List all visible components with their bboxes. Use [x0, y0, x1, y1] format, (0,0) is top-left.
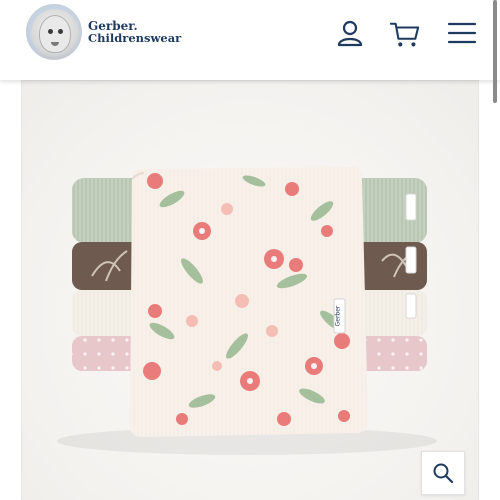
search-zoom-icon: [433, 463, 454, 484]
user-icon: [337, 20, 363, 47]
zoom-button[interactable]: [421, 451, 465, 495]
account-button[interactable]: [335, 18, 365, 48]
product-image[interactable]: Gerber: [22, 81, 478, 500]
cart-icon: [390, 22, 420, 47]
product-tag-label: Gerber: [335, 305, 342, 326]
brand-logo[interactable]: Gerber. Childrenswear: [26, 4, 181, 60]
burp-cloth-stack-illustration: Gerber: [57, 167, 437, 455]
hamburger-menu-icon: [447, 22, 477, 44]
cart-button[interactable]: [390, 20, 420, 50]
brand-name: Gerber. Childrenswear: [88, 20, 181, 44]
gerber-baby-logo-icon: [26, 4, 82, 60]
site-header: Gerber. Childrenswear: [0, 0, 500, 80]
brand-name-line2: Childrenswear: [88, 31, 182, 45]
menu-button[interactable]: [447, 18, 477, 48]
page-scrollbar[interactable]: [493, 0, 497, 103]
